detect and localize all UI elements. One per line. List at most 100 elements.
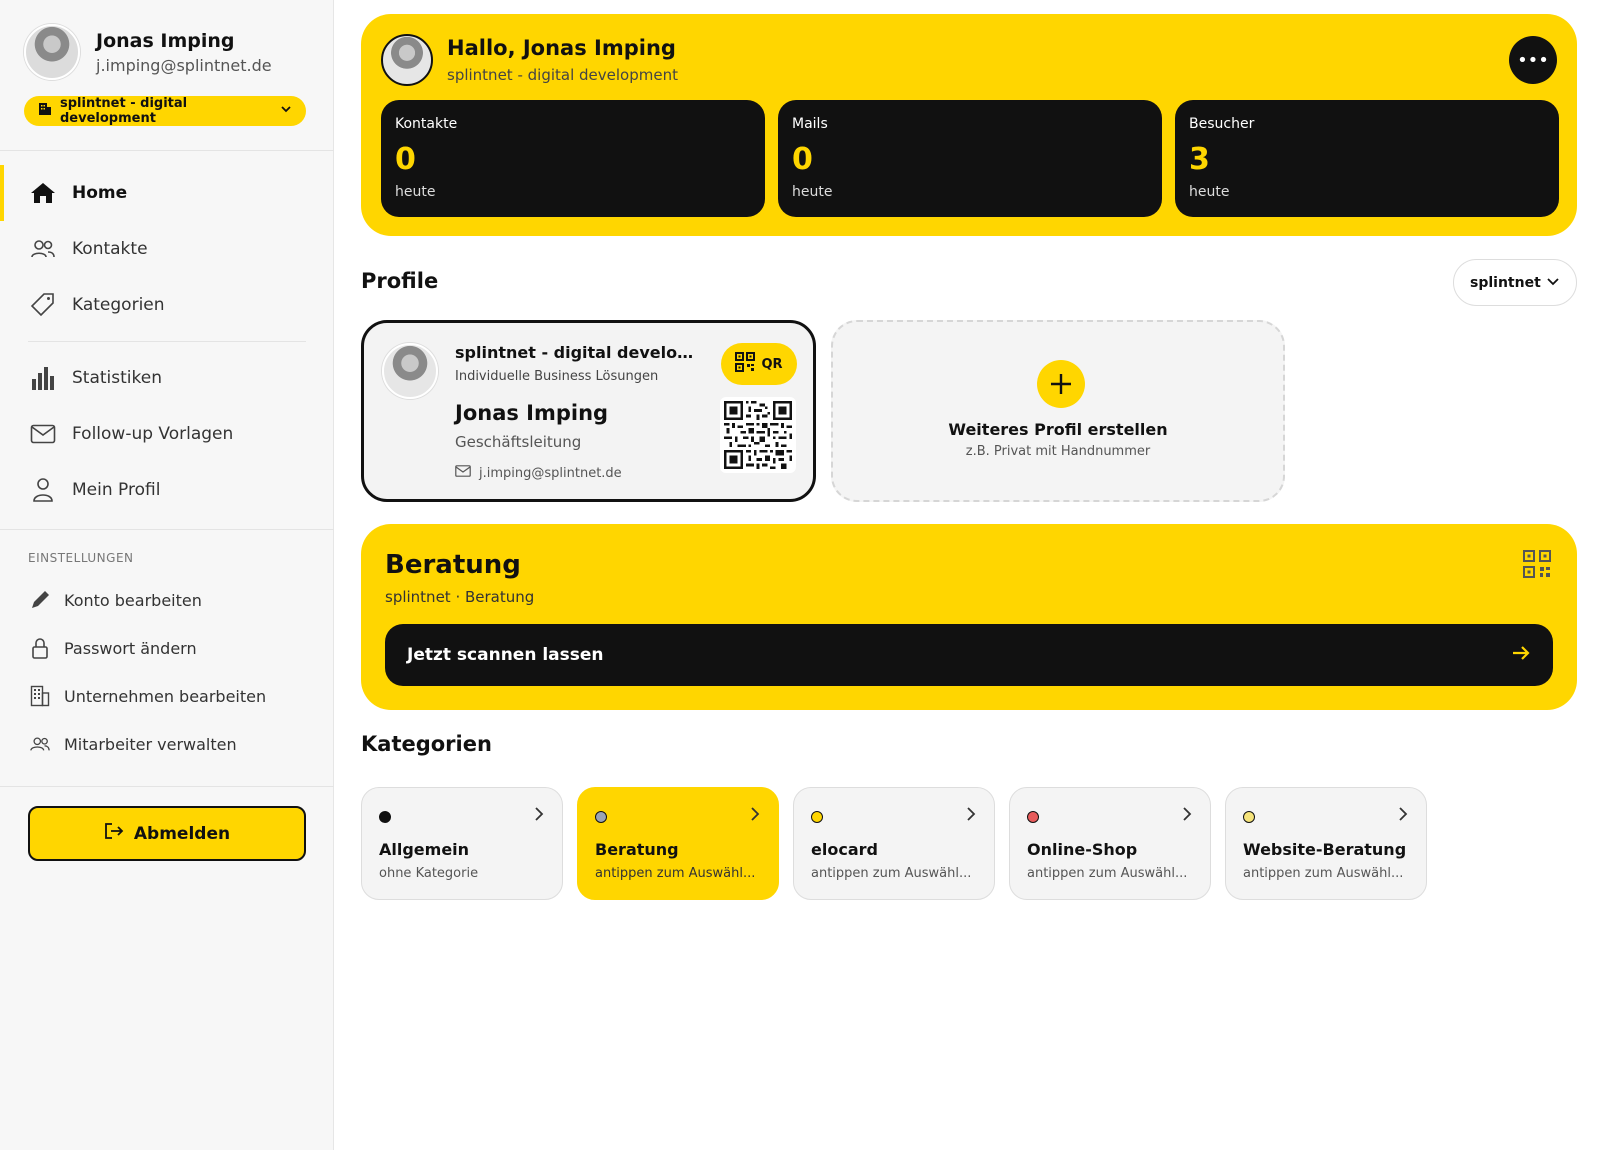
more-options-button[interactable]: ••• xyxy=(1509,36,1557,84)
category-card-allgemein[interactable]: Allgemein ohne Kategorie xyxy=(361,787,563,900)
qr-icon[interactable] xyxy=(1523,550,1551,582)
mail-icon xyxy=(455,465,471,481)
stat-card-mails[interactable]: Mails 0 heute xyxy=(778,100,1162,217)
settings-item-konto[interactable]: Konto bearbeiten xyxy=(0,576,334,624)
company-selector-label: splintnet - digital development xyxy=(60,96,188,126)
home-icon xyxy=(30,180,56,206)
settings-item-label: Passwort ändern xyxy=(64,638,197,658)
settings-nav: Konto bearbeiten Passwort ändern Unterne… xyxy=(0,576,334,768)
nav-item-label: Kontakte xyxy=(72,239,148,259)
plus-icon xyxy=(1037,360,1085,408)
qr-button-label: QR xyxy=(761,356,783,372)
category-desc: antippen zum Auswähl... xyxy=(1243,866,1404,881)
profile-name: Jonas Imping xyxy=(455,401,609,425)
stat-label: Besucher xyxy=(1189,116,1255,132)
user-name: Jonas Imping xyxy=(96,29,235,52)
nav-item-kategorien[interactable]: Kategorien xyxy=(0,277,334,333)
create-profile-title: Weiteres Profil erstellen xyxy=(948,420,1168,439)
nav-divider xyxy=(28,341,306,342)
logout-button[interactable]: Abmelden xyxy=(28,806,306,861)
nav-item-mein-profil[interactable]: Mein Profil xyxy=(0,462,334,518)
nav-item-label: Statistiken xyxy=(72,368,162,388)
user-header[interactable]: Jonas Imping j.imping@splintnet.de xyxy=(24,24,272,80)
greeting: Hallo, Jonas Imping xyxy=(447,36,676,60)
sidebar: Jonas Imping j.imping@splintnet.de splin… xyxy=(0,0,334,1150)
settings-item-label: Mitarbeiter verwalten xyxy=(64,734,237,754)
divider xyxy=(0,529,334,530)
avatar xyxy=(381,34,433,86)
category-color-dot xyxy=(1027,811,1039,823)
nav-item-kontakte[interactable]: Kontakte xyxy=(0,221,334,277)
stat-value: 0 xyxy=(395,142,416,177)
nav-item-label: Mein Profil xyxy=(72,480,161,500)
nav-item-statistiken[interactable]: Statistiken xyxy=(0,350,334,406)
consult-card: Beratung splintnet · Beratung Jetzt scan… xyxy=(361,524,1577,710)
category-color-dot xyxy=(1243,811,1255,823)
category-desc: antippen zum Auswähl... xyxy=(595,866,756,881)
settings-item-passwort[interactable]: Passwort ändern xyxy=(0,624,334,672)
avatar xyxy=(24,24,80,80)
tag-icon xyxy=(30,292,56,318)
settings-item-label: Unternehmen bearbeiten xyxy=(64,686,267,706)
category-name: Allgemein xyxy=(379,840,470,859)
stat-value: 0 xyxy=(792,142,813,177)
category-desc: antippen zum Auswähl... xyxy=(811,866,972,881)
profile-card[interactable]: splintnet - digital developm... Individu… xyxy=(361,320,816,502)
user-icon xyxy=(30,477,56,503)
consult-title: Beratung xyxy=(385,550,521,580)
chevron-right-icon xyxy=(1182,806,1192,825)
scan-button-label: Jetzt scannen lassen xyxy=(407,645,604,665)
profile-company: splintnet - digital developm... xyxy=(455,343,695,362)
categories-title: Kategorien xyxy=(361,732,492,756)
category-color-dot xyxy=(811,811,823,823)
company-selector[interactable]: splintnet - digital development xyxy=(24,96,306,126)
bar-chart-icon xyxy=(30,365,56,391)
nav-item-label: Follow-up Vorlagen xyxy=(72,424,234,444)
qr-button[interactable]: QR xyxy=(721,343,797,385)
scan-button[interactable]: Jetzt scannen lassen xyxy=(385,624,1553,686)
divider xyxy=(0,786,334,787)
logout-label: Abmelden xyxy=(133,823,231,844)
divider xyxy=(0,150,334,151)
settings-item-unternehmen[interactable]: Unternehmen bearbeiten xyxy=(0,672,334,720)
category-card-website-beratung[interactable]: Website-Beratung antippen zum Auswähl... xyxy=(1225,787,1427,900)
category-card-beratung[interactable]: Beratung antippen zum Auswähl... xyxy=(577,787,779,900)
create-profile-card[interactable]: Weiteres Profil erstellen z.B. Privat mi… xyxy=(831,320,1285,502)
profiles-title: Profile xyxy=(361,269,439,293)
mail-icon xyxy=(30,421,56,447)
app-root: Jonas Imping j.imping@splintnet.de splin… xyxy=(0,0,1600,1150)
stat-card-besucher[interactable]: Besucher 3 heute xyxy=(1175,100,1559,217)
profile-email-text: j.imping@splintnet.de xyxy=(479,465,622,481)
category-color-dot xyxy=(379,811,391,823)
qr-code-image xyxy=(720,397,796,473)
category-card-elocard[interactable]: elocard antippen zum Auswähl... xyxy=(793,787,995,900)
logout-icon xyxy=(104,822,124,845)
users-icon xyxy=(30,236,56,262)
building-icon xyxy=(38,102,52,120)
team-icon xyxy=(30,733,50,755)
more-icon: ••• xyxy=(1517,49,1549,71)
category-card-online-shop[interactable]: Online-Shop antippen zum Auswähl... xyxy=(1009,787,1211,900)
main-nav: Home Kontakte Kategorien Statistiken Fol… xyxy=(0,165,334,518)
nav-item-label: Kategorien xyxy=(72,295,165,315)
settings-item-mitarbeiter[interactable]: Mitarbeiter verwalten xyxy=(0,720,334,768)
settings-item-label: Konto bearbeiten xyxy=(64,590,202,610)
chevron-down-icon xyxy=(1546,274,1560,292)
stat-card-kontakte[interactable]: Kontakte 0 heute xyxy=(381,100,765,217)
profile-filter-dropdown[interactable]: splintnet xyxy=(1453,259,1577,306)
user-email: j.imping@splintnet.de xyxy=(96,55,272,75)
categories-list: Allgemein ohne Kategorie Beratung antipp… xyxy=(361,787,1427,900)
chevron-right-icon xyxy=(1398,806,1408,825)
stat-period: heute xyxy=(395,184,436,200)
profile-role: Geschäftsleitung xyxy=(455,433,582,451)
user-info: Jonas Imping j.imping@splintnet.de xyxy=(96,30,272,75)
nav-item-home[interactable]: Home xyxy=(0,165,334,221)
chevron-right-icon xyxy=(966,806,976,825)
nav-item-follow-up[interactable]: Follow-up Vorlagen xyxy=(0,406,334,462)
hero-card: Hallo, Jonas Imping splintnet - digital … xyxy=(361,14,1577,236)
pencil-icon xyxy=(30,589,50,611)
avatar xyxy=(382,343,438,399)
profile-email: j.imping@splintnet.de xyxy=(455,465,622,481)
category-name: Website-Beratung xyxy=(1243,840,1407,859)
stat-period: heute xyxy=(792,184,833,200)
